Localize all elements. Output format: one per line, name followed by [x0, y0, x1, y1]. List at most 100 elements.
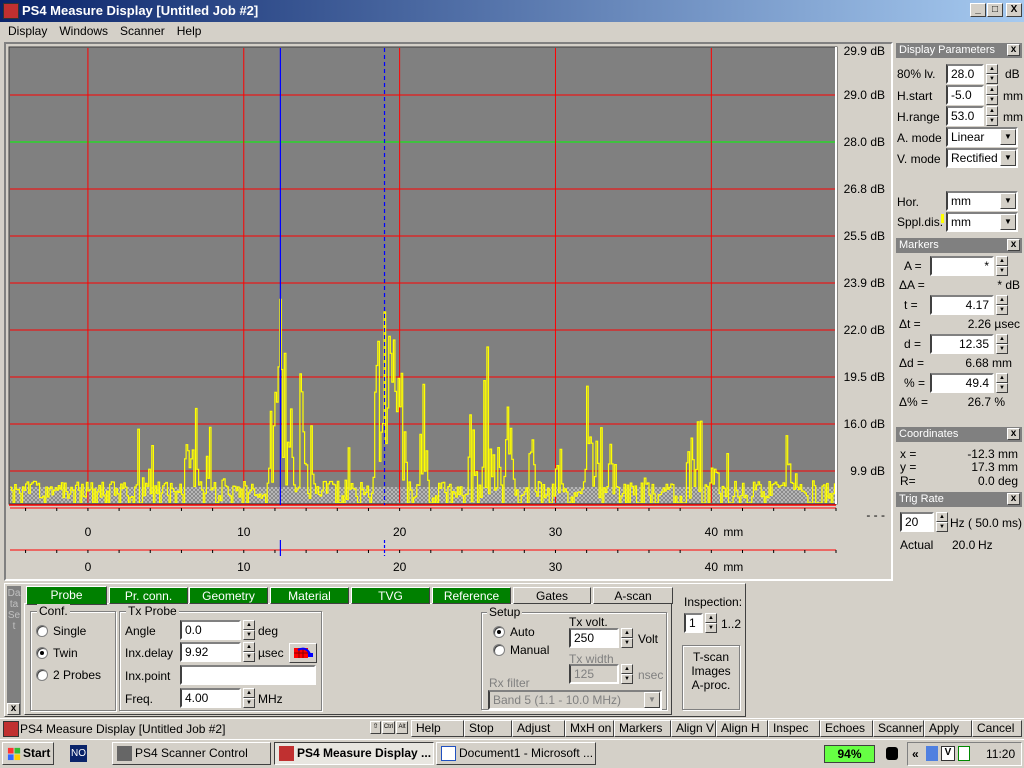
x-tick-label: 40	[705, 525, 719, 539]
close-icon[interactable]: x	[1007, 493, 1020, 505]
txvolt-unit: Volt	[638, 632, 659, 646]
level-spinner[interactable]: ▲ ▼	[986, 64, 998, 84]
tab-a-scan[interactable]: A-scan	[593, 587, 673, 604]
p-spinner[interactable]: ▲ ▼	[996, 373, 1008, 393]
txvolt-input[interactable]: 250	[569, 628, 619, 648]
align-h-button[interactable]: Align H	[716, 720, 768, 737]
task-ps4-scanner-control[interactable]: PS4 Scanner Control	[112, 742, 271, 765]
close-icon[interactable]: x	[1007, 239, 1020, 251]
x-tick-label: 10	[237, 525, 251, 539]
echoes-button[interactable]: Echoes	[820, 720, 873, 737]
txwidth-input[interactable]: 125	[569, 664, 619, 684]
y-tick-label: 25.5 dB	[844, 229, 885, 243]
chevron-down-icon[interactable]: ▼	[1000, 214, 1016, 230]
tab-material[interactable]: Material	[270, 587, 349, 604]
level-unit: dB	[1005, 67, 1020, 81]
inspection-input[interactable]: 1	[684, 613, 703, 633]
start-button[interactable]: Start	[2, 742, 54, 765]
x-tick-label: 20	[393, 560, 407, 574]
chevron-down-icon[interactable]: ▼	[644, 692, 660, 708]
rxfilter-select[interactable]: Band 5 (1.1 - 10.0 MHz) ▼	[488, 690, 662, 710]
conf-radio-0[interactable]	[36, 625, 48, 637]
inspec-button[interactable]: Inspec	[768, 720, 820, 737]
power-plug-icon[interactable]	[886, 747, 898, 760]
trig-rate-input[interactable]: 20	[900, 512, 934, 532]
tscan-images-aproc-button[interactable]: T-scan Images A-proc.	[682, 645, 740, 710]
point-input[interactable]	[180, 665, 316, 685]
conf-radio-1[interactable]	[36, 647, 48, 659]
d-input[interactable]: 12.35	[930, 334, 994, 354]
hstart-input[interactable]: -5.0	[946, 85, 984, 105]
tray-expand-icon[interactable]: «	[912, 747, 919, 761]
task-document1-word[interactable]: Document1 - Microsoft ...	[436, 742, 596, 765]
t-spinner[interactable]: ▲ ▼	[996, 295, 1008, 315]
angle-spinner[interactable]: ▲ ▼	[243, 620, 255, 640]
scanner-button[interactable]: Scanner	[873, 720, 924, 737]
hrange-spinner[interactable]: ▲ ▼	[986, 106, 998, 126]
markers-button[interactable]: Markers	[614, 720, 671, 737]
language-indicator[interactable]: NO	[70, 745, 87, 762]
delay-input[interactable]: 9.92	[180, 642, 241, 662]
freq-input[interactable]: 4.00	[180, 688, 241, 708]
a-scan-chart[interactable]: 0 10 20 30 40 mm 0 10 20 30 40 mm 29.9 dB 29.0 dB 28.…	[0, 0, 895, 582]
txvolt-spinner[interactable]: ▲ ▼	[621, 628, 633, 648]
task-ps4-measure-display[interactable]: PS4 Measure Display ...	[274, 742, 434, 765]
freq-spinner[interactable]: ▲ ▼	[243, 688, 255, 708]
tab-geometry[interactable]: Geometry	[189, 587, 268, 604]
tab-pr-conn-[interactable]: Pr. conn.	[109, 587, 188, 604]
txwidth-spinner[interactable]: ▲ ▼	[621, 664, 633, 684]
alt-key-indicator: Alt	[396, 721, 408, 734]
setup-radio-0[interactable]	[493, 626, 505, 638]
close-icon[interactable]: x	[7, 703, 20, 715]
y-tick-label: 22.0 dB	[844, 323, 885, 337]
chevron-down-icon[interactable]: ▼	[1000, 193, 1016, 209]
tab-reference[interactable]: Reference	[432, 587, 511, 604]
angle-input[interactable]: 0.0	[180, 620, 241, 640]
a-spinner[interactable]: ▲ ▼	[996, 256, 1008, 276]
sppl-label: Sppl.dis.	[897, 215, 944, 229]
mxh-on-button[interactable]: MxH on	[565, 720, 614, 737]
level-input[interactable]: 28.0	[946, 64, 984, 84]
amode-select[interactable]: Linear ▼	[946, 127, 1018, 147]
p-input[interactable]: 49.4	[930, 373, 994, 393]
inspection-spinner[interactable]: ▲ ▼	[705, 613, 717, 633]
stop-button[interactable]: Stop	[464, 720, 512, 737]
clock[interactable]: 11:20	[986, 747, 1015, 761]
status-title: PS4 Measure Display [Untitled Job #2]	[20, 722, 226, 736]
t-input[interactable]: 4.17	[930, 295, 994, 315]
sppl-select[interactable]: mm ▼	[946, 212, 1018, 232]
close-button[interactable]: X	[1006, 3, 1022, 17]
close-icon[interactable]: x	[1007, 428, 1020, 440]
cancel-button[interactable]: Cancel	[972, 720, 1022, 737]
a-input[interactable]: *	[930, 256, 994, 276]
setup-radio-1[interactable]	[493, 644, 505, 656]
vmode-select[interactable]: Rectified ▼	[946, 148, 1018, 168]
close-icon[interactable]: x	[1007, 44, 1020, 56]
tab-tvg[interactable]: TVG	[351, 587, 430, 604]
minimize-button[interactable]: _	[970, 3, 986, 17]
hrange-input[interactable]: 53.0	[946, 106, 984, 126]
amode-value: Linear	[951, 130, 985, 144]
chevron-down-icon[interactable]: ▼	[1000, 150, 1016, 166]
battery-indicator[interactable]: 94%	[824, 745, 875, 763]
delay-spinner[interactable]: ▲ ▼	[243, 642, 255, 662]
trig-rate-spinner[interactable]: ▲ ▼	[936, 512, 948, 532]
calibrate-delay-button[interactable]	[289, 643, 317, 663]
hstart-spinner[interactable]: ▲ ▼	[986, 85, 998, 105]
network-icon[interactable]	[926, 746, 938, 761]
maximize-button[interactable]: □	[987, 3, 1003, 17]
adjust-button[interactable]: Adjust	[512, 720, 565, 737]
conf-radio-2[interactable]	[36, 669, 48, 681]
monitor-icon[interactable]	[958, 746, 970, 761]
antivirus-icon[interactable]: V	[941, 746, 955, 761]
tab-gates[interactable]: Gates	[513, 587, 591, 604]
apply-button[interactable]: Apply	[924, 720, 972, 737]
tab-probe[interactable]: Probe	[26, 586, 107, 605]
d-spinner[interactable]: ▲ ▼	[996, 334, 1008, 354]
r-value: 0.0 deg	[977, 474, 1018, 488]
align-v-button[interactable]: Align V	[671, 720, 716, 737]
hor-select[interactable]: mm ▼	[946, 191, 1018, 211]
chevron-down-icon[interactable]: ▼	[1000, 129, 1016, 145]
app-icon	[3, 721, 19, 737]
help-button[interactable]: Help	[411, 720, 464, 737]
